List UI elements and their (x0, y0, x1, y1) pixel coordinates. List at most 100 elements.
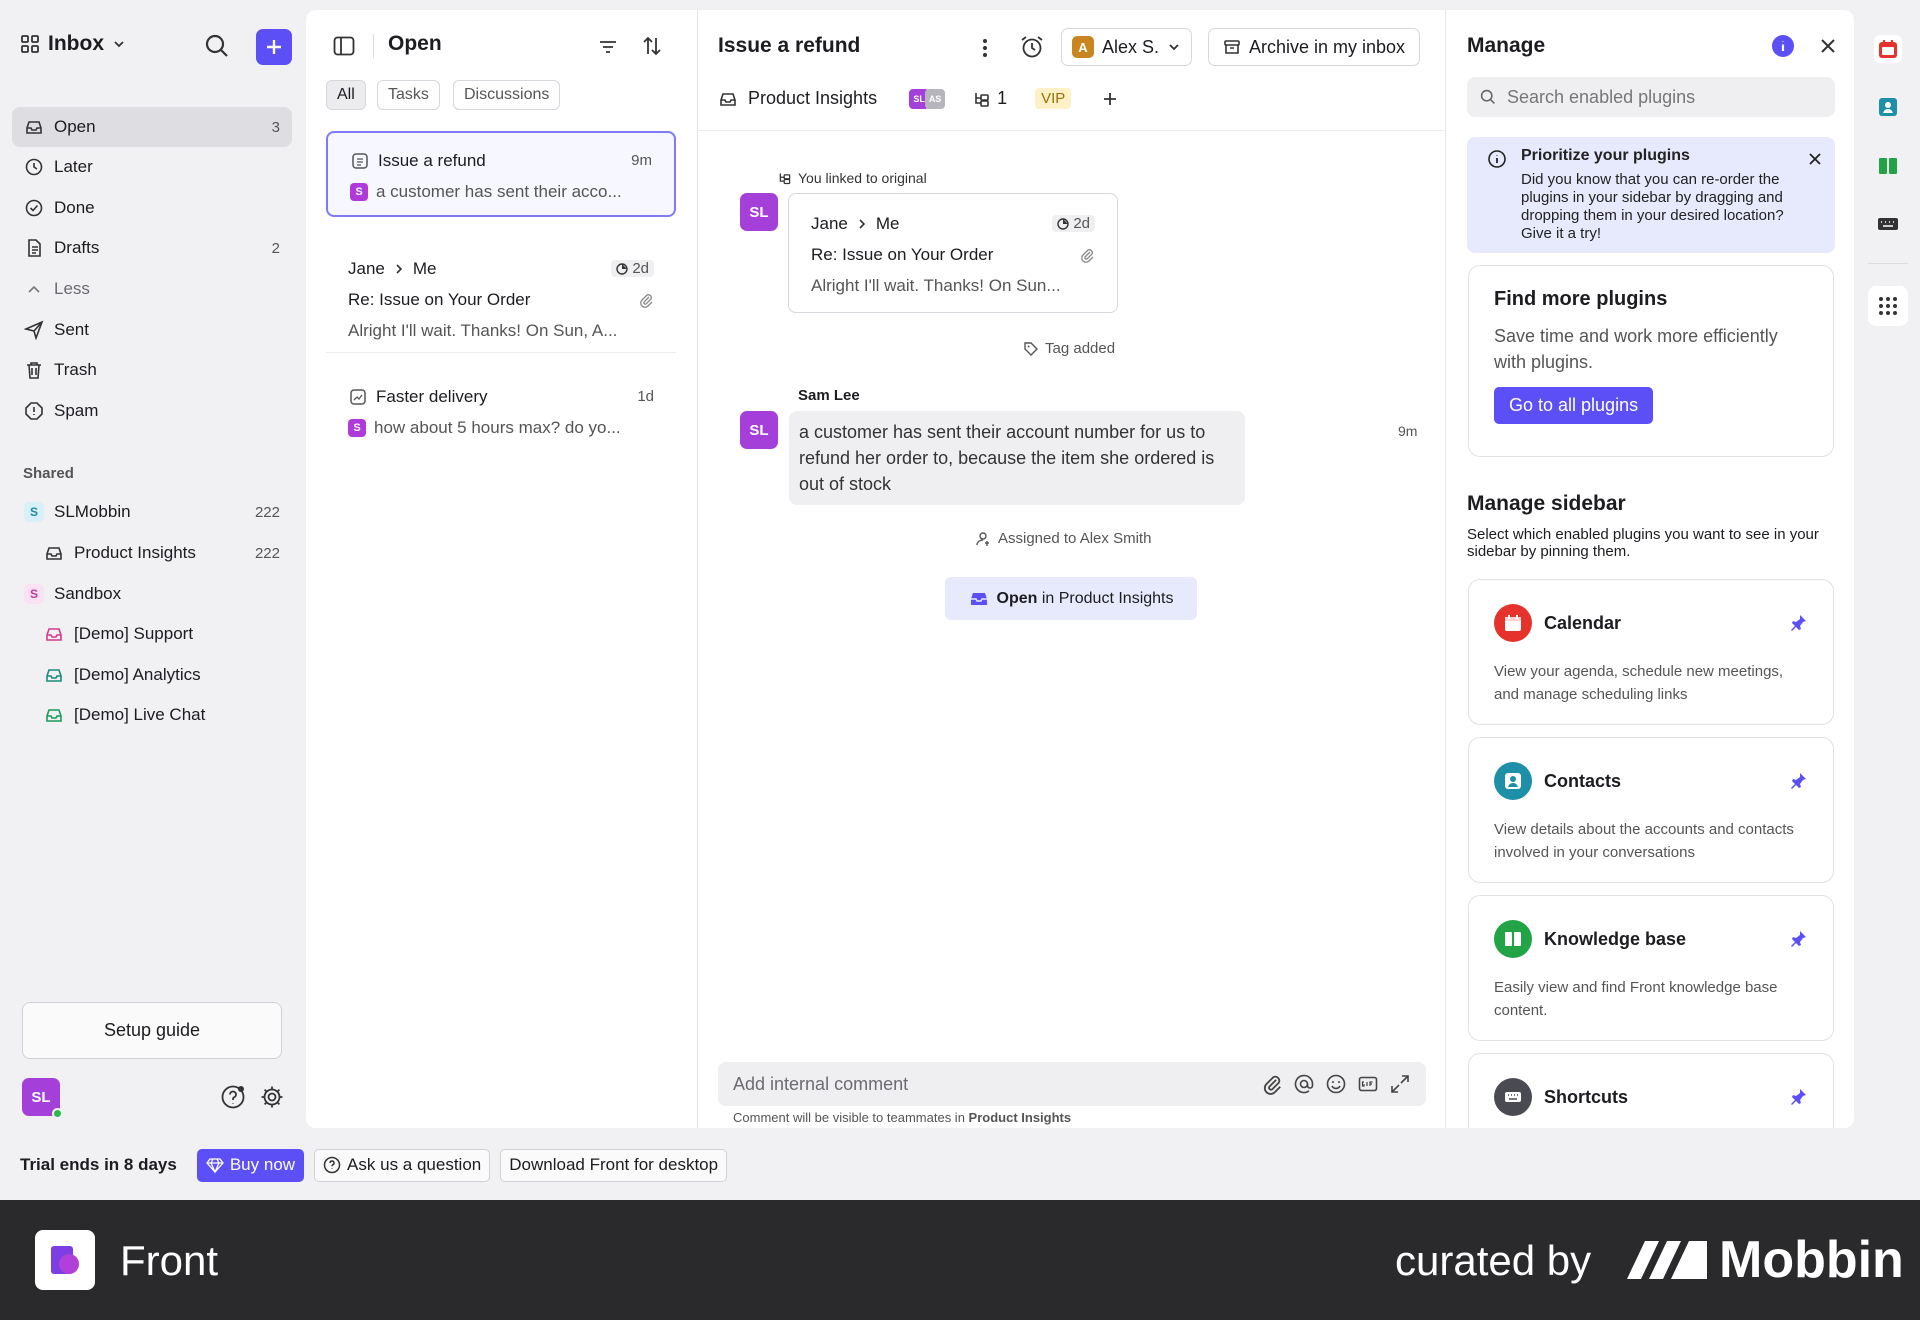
paperclip-icon (640, 293, 653, 308)
calendar-icon (1494, 604, 1532, 642)
vip-tag[interactable]: VIP (1035, 88, 1072, 109)
chevron-right-icon (859, 218, 866, 229)
more-options-icon[interactable] (975, 36, 995, 60)
inbox-link[interactable]: Product Insights (748, 88, 877, 109)
message-bubble: a customer has sent their account number… (789, 411, 1245, 505)
info-outline-icon (1488, 150, 1506, 168)
nav-drafts[interactable]: Drafts 2 (12, 228, 292, 268)
nav-spam[interactable]: Spam (12, 391, 292, 431)
go-to-all-plugins-button[interactable]: Go to all plugins (1494, 387, 1654, 424)
pin-icon[interactable] (1788, 771, 1808, 791)
linked-conversations[interactable]: 1 (973, 88, 1007, 109)
mention-icon[interactable] (1293, 1073, 1315, 1095)
linked-conversation-card[interactable]: Jane Me 2d Re: Issue on Your Order Alrig… (788, 193, 1118, 313)
gear-icon[interactable] (259, 1084, 285, 1110)
filter-icon[interactable] (597, 36, 619, 58)
plugin-search-input[interactable]: Search enabled plugins (1467, 77, 1835, 117)
conversation-item-issue-refund[interactable]: Issue a refund 9m S a customer has sent … (326, 131, 676, 217)
shared-item-sandbox[interactable]: S Sandbox (12, 574, 292, 614)
rail-shortcuts-button[interactable] (1874, 210, 1902, 238)
setup-guide-button[interactable]: Setup guide (22, 1002, 282, 1059)
internal-comment-composer[interactable]: Add internal comment (718, 1062, 1426, 1106)
chevron-down-icon (114, 41, 124, 48)
nav-open[interactable]: Open 3 (12, 107, 292, 147)
rail-calendar-button[interactable] (1874, 35, 1902, 63)
conversation-item-jane[interactable]: Jane Me 2d Re: Issue on Your Order Alrig… (326, 239, 676, 349)
gif-icon[interactable] (1357, 1073, 1379, 1095)
filter-discussions-tab[interactable]: Discussions (453, 80, 561, 110)
rail-knowledge-base-button[interactable] (1874, 152, 1902, 180)
download-desktop-button[interactable]: Download Front for desktop (500, 1148, 728, 1182)
search-icon (1480, 89, 1495, 104)
compose-button[interactable] (256, 29, 292, 65)
help-icon[interactable] (220, 1084, 246, 1110)
plugin-card-contacts[interactable]: Contacts View details about the accounts… (1468, 737, 1834, 883)
snooze-badge: 2d (1052, 215, 1095, 232)
open-in-strong: Open (996, 589, 1038, 607)
nav-sent[interactable]: Sent (12, 310, 292, 350)
rail-contacts-button[interactable] (1874, 93, 1902, 121)
plugin-card-knowledge-base[interactable]: Knowledge base Easily view and find Fron… (1468, 895, 1834, 1041)
buy-now-button[interactable]: Buy now (196, 1148, 305, 1182)
plugin-card-calendar[interactable]: Calendar View your agenda, schedule new … (1468, 579, 1834, 725)
check-circle-icon (25, 199, 43, 217)
alarm-clock-icon[interactable] (1019, 34, 1045, 60)
shared-item-product-insights[interactable]: Product Insights 222 (12, 533, 292, 573)
conversation-preview: how about 5 hours max? do yo... (374, 417, 621, 437)
linked-note: You linked to original (778, 170, 927, 186)
nav-trash[interactable]: Trash (12, 350, 292, 390)
assignee-dropdown[interactable]: A Alex S. (1061, 28, 1193, 66)
pin-icon[interactable] (1788, 613, 1808, 633)
archive-button[interactable]: Archive in my inbox (1208, 28, 1421, 66)
pin-icon[interactable] (1788, 1087, 1808, 1107)
info-icon[interactable] (1771, 34, 1795, 58)
shared-item-demo-support[interactable]: [Demo] Support (12, 614, 292, 654)
inbox-icon (46, 669, 62, 682)
front-logo (35, 1230, 95, 1290)
search-icon[interactable] (203, 32, 231, 60)
shared-item-slmobbin[interactable]: S SLMobbin 222 (12, 492, 292, 532)
sidebar-toggle-icon[interactable] (332, 34, 356, 58)
filter-tasks-tab[interactable]: Tasks (377, 80, 440, 110)
plugin-desc: Easily view and find Front knowledge bas… (1494, 979, 1778, 1019)
shared-item-demo-live-chat[interactable]: [Demo] Live Chat (12, 695, 292, 735)
conversation-title: Issue a refund (378, 150, 486, 170)
assignee-name: Alex S. (1102, 36, 1160, 57)
user-avatar[interactable]: SL (22, 1078, 63, 1119)
nav-less-toggle[interactable]: Less (12, 269, 292, 309)
close-icon[interactable] (1818, 36, 1838, 56)
nav-label: [Demo] Analytics (74, 665, 201, 684)
filter-all-tab[interactable]: All (326, 80, 366, 110)
nav-done[interactable]: Done (12, 188, 292, 228)
nav-later[interactable]: Later (12, 147, 292, 187)
archive-icon (1224, 40, 1240, 54)
inbox-filled-icon (970, 592, 987, 605)
workspace-switcher[interactable]: Inbox (20, 32, 126, 56)
composer-note-inbox: Product Insights (968, 1110, 1072, 1125)
paperclip-icon[interactable] (1261, 1073, 1283, 1095)
close-icon[interactable] (1807, 151, 1823, 167)
participants[interactable]: SL AS (909, 88, 946, 109)
plugin-name: Contacts (1544, 770, 1622, 791)
chevron-down-icon (1169, 44, 1179, 51)
link-count: 1 (997, 88, 1008, 108)
open-in-inbox-button[interactable]: Open in Product Insights (945, 577, 1197, 620)
emoji-icon[interactable] (1325, 1073, 1347, 1095)
expand-icon[interactable] (1389, 1073, 1411, 1095)
list-title: Open (388, 32, 442, 55)
card-sender: Jane (811, 213, 848, 233)
plus-icon[interactable] (1101, 90, 1119, 108)
online-status-dot (52, 1108, 63, 1119)
conversation-item-faster-delivery[interactable]: Faster delivery 1d S how about 5 hours m… (326, 367, 676, 447)
pin-icon[interactable] (1788, 929, 1808, 949)
shared-item-demo-analytics[interactable]: [Demo] Analytics (12, 655, 292, 695)
ask-question-button[interactable]: Ask us a question (314, 1148, 491, 1182)
sort-icon[interactable] (641, 35, 663, 57)
nav-label: Trash (54, 360, 97, 379)
plus-icon (267, 40, 281, 54)
plugin-card-shortcuts[interactable]: Shortcuts (1468, 1053, 1834, 1128)
clock-icon (25, 158, 43, 176)
rail-apps-button[interactable] (1868, 286, 1908, 326)
nav-label: Less (54, 279, 90, 298)
discussion-icon (350, 388, 366, 405)
